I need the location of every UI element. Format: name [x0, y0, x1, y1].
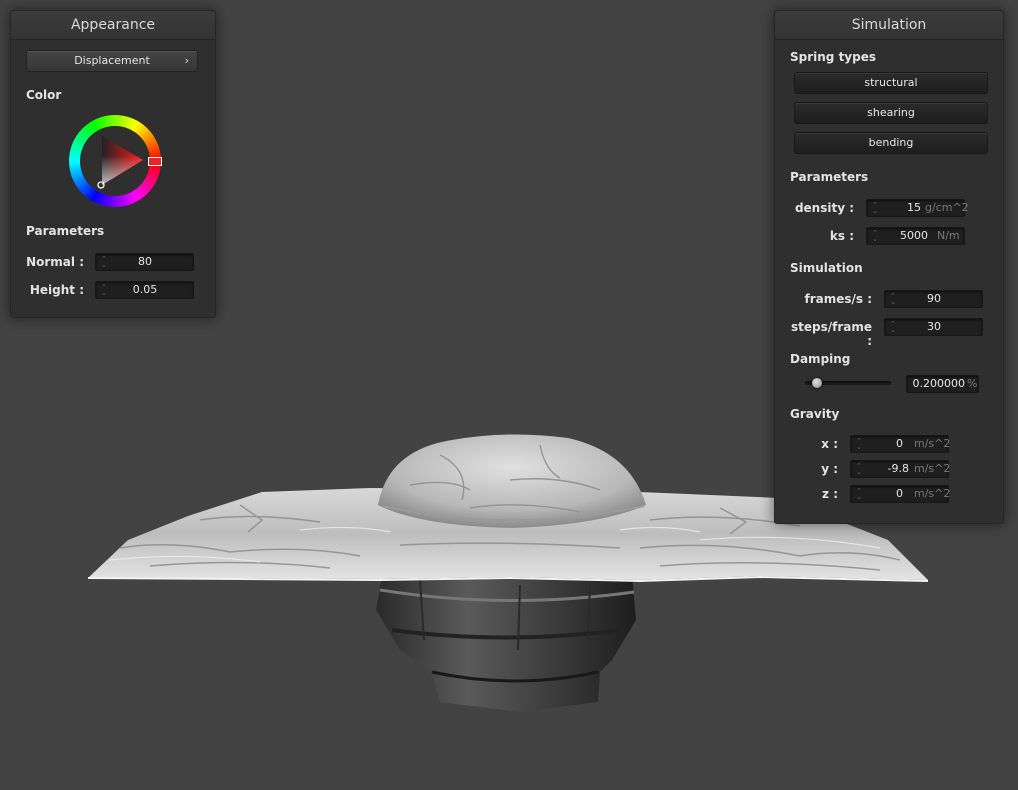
spring-types-label: Spring types	[790, 50, 877, 64]
spinner-icon[interactable]: ⌃ ⌄	[856, 438, 862, 451]
steps-field[interactable]: ⌃ ⌄ 30	[884, 318, 983, 336]
gravity-y-unit: m/s^2	[914, 462, 951, 475]
chevron-right-icon: ›	[184, 54, 189, 67]
spinner-icon[interactable]: ⌃ ⌄	[856, 488, 862, 501]
shearing-button[interactable]: shearing	[794, 102, 988, 124]
shader-select-label: Displacement	[74, 54, 150, 67]
simulation-section-label: Simulation	[790, 261, 863, 275]
spinner-icon[interactable]: ⌃ ⌄	[101, 256, 107, 269]
steps-value: 30	[927, 320, 941, 333]
ks-value: 5000	[900, 229, 928, 242]
density-unit: g/cm^2	[925, 201, 969, 214]
gravity-y-field[interactable]: ⌃ ⌄ -9.8 m/s^2	[850, 460, 951, 478]
damping-field[interactable]: 0.200000 %	[906, 375, 979, 393]
hue-selector-handle[interactable]	[148, 157, 162, 166]
color-label: Color	[26, 88, 62, 102]
density-label: density :	[794, 201, 854, 215]
gravity-z-value: 0	[896, 487, 903, 500]
spinner-icon[interactable]: ⌃ ⌄	[101, 284, 107, 297]
gravity-x-label: x :	[821, 437, 838, 451]
shader-select-button[interactable]: Displacement ›	[26, 50, 198, 72]
spinner-icon[interactable]: ⌃ ⌄	[856, 463, 862, 476]
damping-value: 0.200000	[912, 377, 966, 390]
spinner-icon[interactable]: ⌃ ⌄	[890, 293, 896, 306]
gravity-y-label: y :	[821, 462, 838, 476]
damping-slider-knob[interactable]	[812, 378, 823, 388]
gravity-x-field[interactable]: ⌃ ⌄ 0 m/s^2	[850, 435, 951, 453]
appearance-parameters-label: Parameters	[26, 224, 105, 238]
gravity-z-label: z :	[822, 487, 838, 501]
density-value: 15	[907, 201, 921, 214]
triangle-selector-icon	[97, 181, 105, 189]
normal-value: 80	[138, 255, 152, 268]
frames-field[interactable]: ⌃ ⌄ 90	[884, 290, 983, 308]
gravity-x-unit: m/s^2	[914, 437, 951, 450]
normal-label: Normal :	[26, 255, 84, 269]
sim-parameters-label: Parameters	[790, 170, 869, 184]
spinner-icon[interactable]: ⌃ ⌄	[872, 230, 878, 243]
gravity-y-value: -9.8	[887, 462, 909, 475]
height-field[interactable]: ⌃ ⌄ 0.05	[95, 281, 194, 299]
gravity-z-field[interactable]: ⌃ ⌄ 0 m/s^2	[850, 485, 951, 503]
height-label: Height :	[29, 283, 84, 297]
damping-label: Damping	[790, 352, 851, 366]
spinner-icon[interactable]: ⌃ ⌄	[890, 321, 896, 334]
damping-unit: %	[967, 377, 978, 390]
density-field[interactable]: ⌃ ⌄ 15 g/cm^2	[866, 199, 969, 217]
simulation-panel: Simulation Spring types structural shear…	[774, 10, 1004, 524]
appearance-panel: Appearance Displacement › Color Paramete…	[10, 10, 216, 318]
structural-button[interactable]: structural	[794, 72, 988, 94]
normal-field[interactable]: ⌃ ⌄ 80	[95, 253, 194, 271]
spinner-icon[interactable]: ⌃ ⌄	[872, 202, 878, 215]
bending-button[interactable]: bending	[794, 132, 988, 154]
frames-label: frames/s :	[804, 292, 872, 306]
appearance-panel-title[interactable]: Appearance	[11, 11, 215, 40]
ks-label: ks :	[829, 229, 854, 243]
ks-field[interactable]: ⌃ ⌄ 5000 N/m	[866, 227, 965, 245]
gravity-z-unit: m/s^2	[914, 487, 951, 500]
height-value: 0.05	[132, 283, 158, 296]
gravity-label: Gravity	[790, 407, 840, 421]
frames-value: 90	[927, 292, 941, 305]
gravity-x-value: 0	[896, 437, 903, 450]
simulation-panel-title[interactable]: Simulation	[775, 11, 1003, 40]
steps-label: steps/frame :	[790, 320, 872, 348]
color-wheel-picker[interactable]	[69, 115, 162, 207]
ks-unit: N/m	[937, 229, 960, 242]
